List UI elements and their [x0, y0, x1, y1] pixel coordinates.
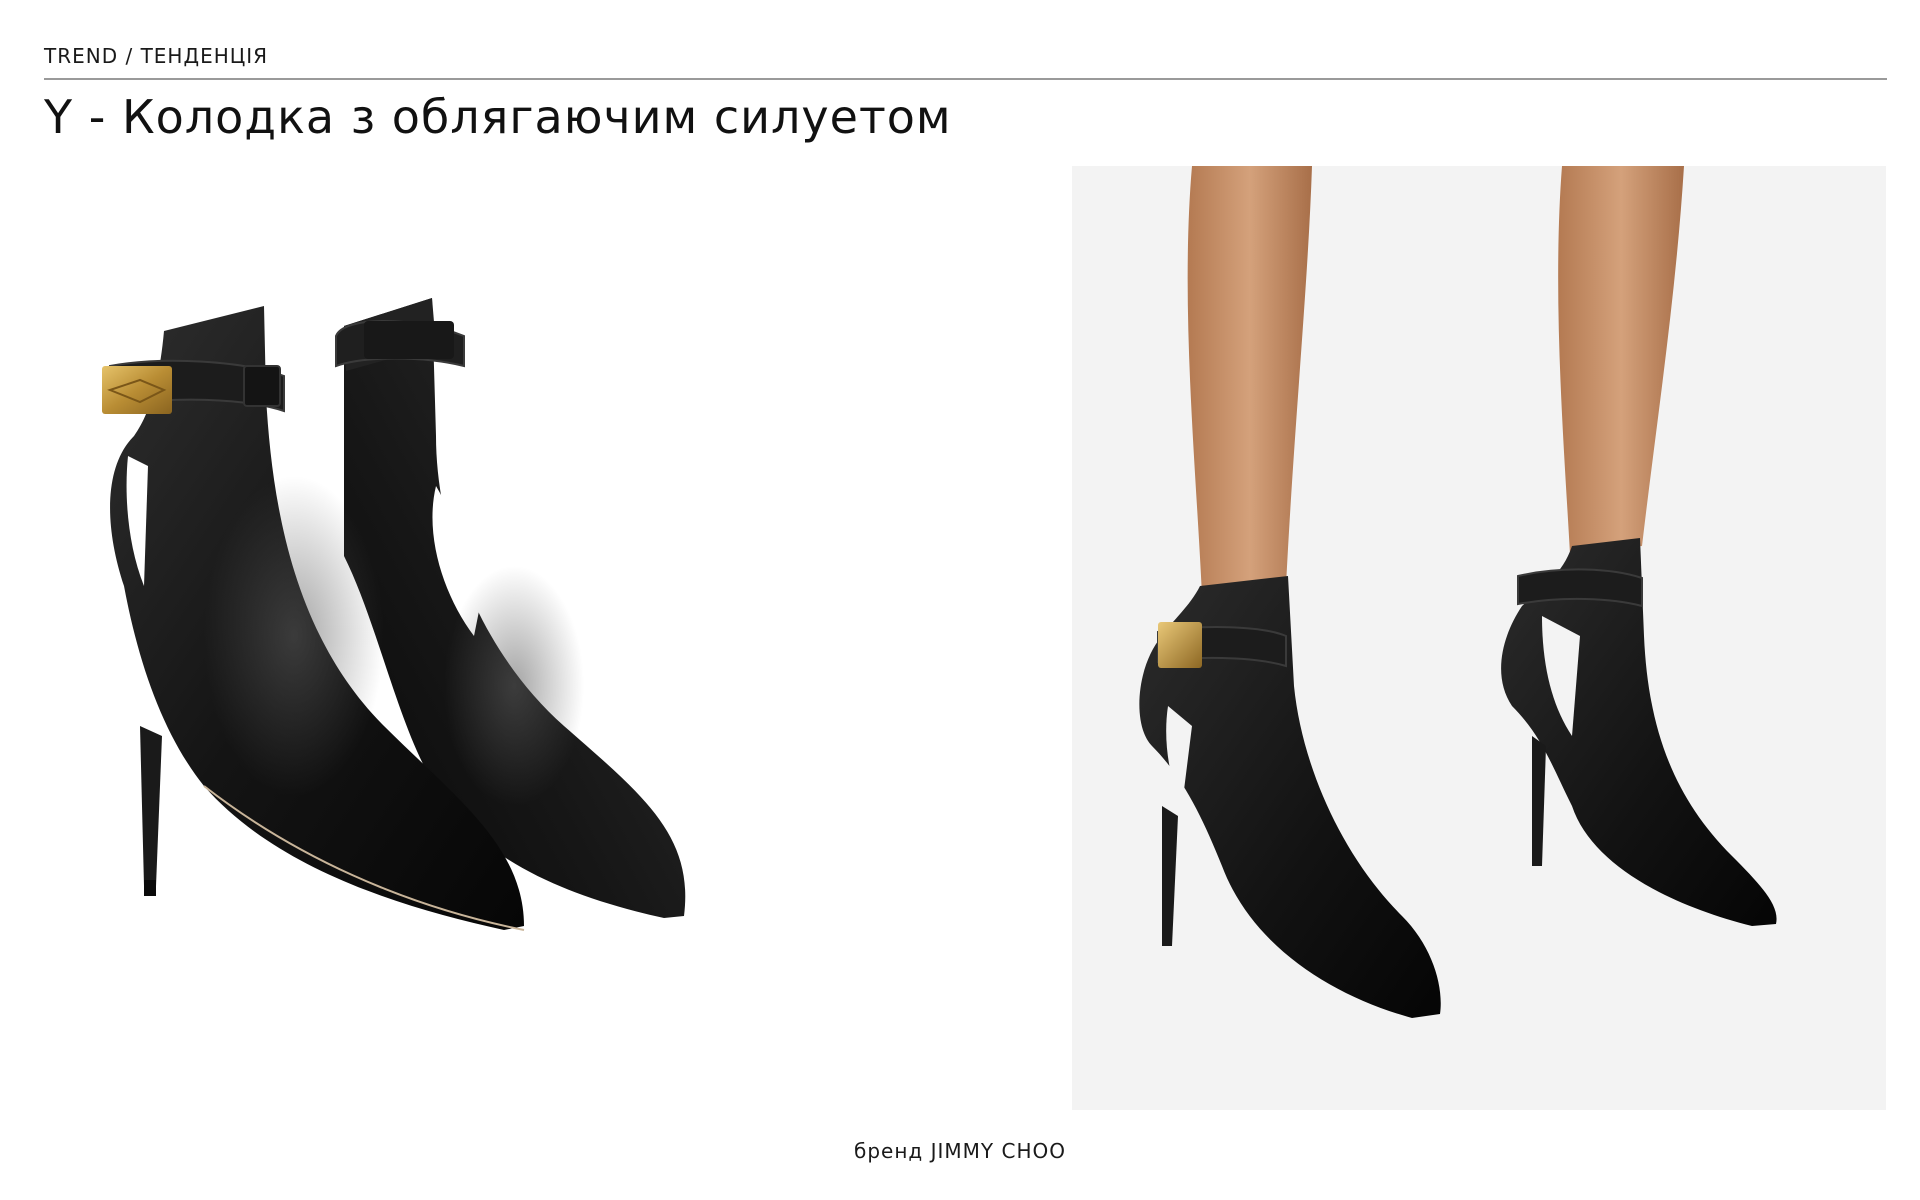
right-leg [1558, 166, 1684, 554]
left-leg [1187, 166, 1312, 596]
slide: TREND / ТЕНДЕНЦІЯ Y - Колодка з облягаюч… [0, 0, 1920, 1200]
model-legs-illustration [1139, 166, 1777, 1018]
brand-caption: бренд JIMMY CHOO [854, 1139, 1066, 1163]
boots-pair-illustration [102, 298, 686, 931]
gold-buckle-worn [1158, 622, 1202, 668]
model-photo [1072, 166, 1886, 1110]
header-divider [44, 78, 1887, 80]
page-title: Y - Колодка з облягаючим силуетом [44, 90, 952, 144]
product-photo [44, 166, 864, 1106]
section-kicker: TREND / ТЕНДЕНЦІЯ [44, 44, 269, 68]
worn-boot-right [1501, 538, 1777, 926]
worn-boot-left [1139, 576, 1441, 1018]
